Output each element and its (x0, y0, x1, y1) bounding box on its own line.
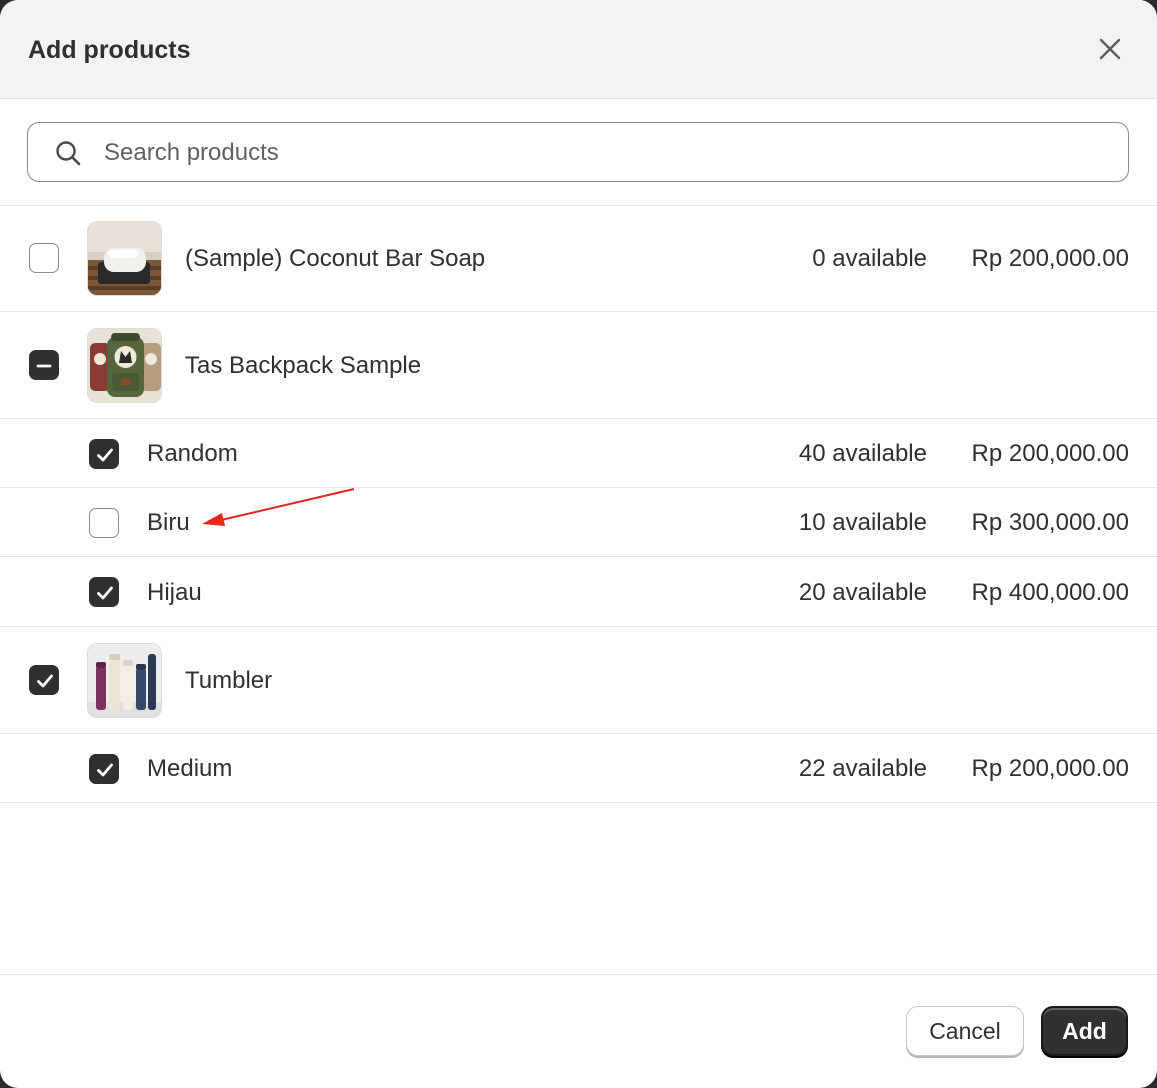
close-button[interactable] (1092, 32, 1128, 68)
variant-name: Biru (147, 509, 190, 536)
checkmark-icon (97, 586, 113, 600)
close-icon (1099, 38, 1121, 60)
product-checkbox[interactable] (29, 665, 59, 695)
price: Rp 300,000.00 (971, 509, 1129, 536)
variant-name: Random (147, 440, 238, 467)
available-count: 20 available (798, 579, 927, 606)
tumbler-image (87, 643, 162, 718)
product-name: Tumbler (185, 667, 273, 694)
product-checkbox[interactable] (29, 243, 59, 273)
add-button[interactable]: Add (1041, 1006, 1128, 1056)
checkmark-icon (97, 763, 113, 777)
search-box[interactable] (27, 122, 1129, 182)
minus-icon (36, 364, 52, 368)
footer-divider (0, 974, 1157, 975)
soap-image (87, 221, 162, 296)
divider (0, 802, 1157, 803)
product-row-coconut-bar-soap[interactable]: (Sample) Coconut Bar Soap 0 available Rp… (0, 206, 1157, 311)
variant-checkbox[interactable] (89, 439, 119, 469)
product-name: (Sample) Coconut Bar Soap (185, 245, 486, 272)
checkmark-icon (97, 448, 113, 462)
price: Rp 400,000.00 (971, 579, 1129, 606)
cancel-button[interactable]: Cancel (906, 1006, 1024, 1056)
available-count: 0 available (812, 245, 927, 272)
checkmark-icon (37, 674, 53, 688)
price: Rp 200,000.00 (971, 440, 1129, 467)
modal-header: Add products (0, 0, 1157, 99)
variant-checkbox[interactable] (89, 508, 119, 538)
variant-row-random[interactable]: Random 40 available Rp 200,000.00 (0, 419, 1157, 487)
variant-row-hijau[interactable]: Hijau 20 available Rp 400,000.00 (0, 557, 1157, 626)
search-input[interactable] (102, 131, 1106, 175)
available-count: 10 available (798, 509, 927, 536)
product-checkbox[interactable] (29, 350, 59, 380)
product-row-tumbler[interactable]: Tumbler (0, 627, 1157, 733)
variant-name: Hijau (147, 579, 202, 606)
price: Rp 200,000.00 (971, 245, 1129, 272)
add-products-modal: Add products Search products (Sample) Co… (0, 0, 1157, 1088)
available-count: 22 available (798, 755, 927, 782)
modal-title: Add products (28, 36, 191, 64)
backpack-image (87, 328, 162, 403)
search-icon (56, 141, 81, 166)
variant-checkbox[interactable] (89, 577, 119, 607)
available-count: 40 available (798, 440, 927, 467)
variant-row-medium[interactable]: Medium 22 available Rp 200,000.00 (0, 734, 1157, 802)
product-name: Tas Backpack Sample (185, 352, 422, 379)
product-row-tas-backpack-sample[interactable]: Tas Backpack Sample (0, 312, 1157, 418)
variant-checkbox[interactable] (89, 754, 119, 784)
variant-name: Medium (147, 755, 233, 782)
price: Rp 200,000.00 (971, 755, 1129, 782)
variant-row-biru[interactable]: Biru 10 available Rp 300,000.00 (0, 488, 1157, 556)
